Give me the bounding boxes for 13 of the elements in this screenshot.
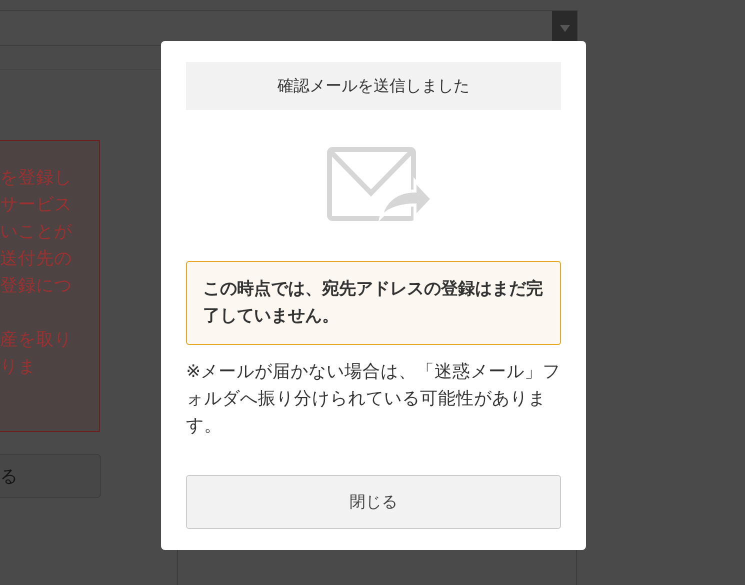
notice-text: いことが — [0, 221, 72, 244]
notice-text: サービス — [0, 194, 72, 217]
close-button[interactable]: 閉じる — [186, 475, 561, 529]
dialog-title: 確認メールを送信しました — [186, 62, 561, 110]
notice-text: りま — [0, 356, 36, 379]
select-field[interactable] — [0, 10, 578, 46]
notice-text: 登録につ — [0, 275, 72, 298]
warning-message: この時点では、宛先アドレスの登録はまだ完了していません。 — [186, 261, 561, 345]
note-text: ※メールが届かない場合は、「迷惑メール」フォルダへ振り分けられている可能性があります。 — [186, 361, 561, 438]
notice-text: を登録し — [0, 167, 72, 190]
notice-text: 産を取り — [0, 329, 72, 352]
notice-text: 送付先の — [0, 248, 72, 271]
envelope-arrow-icon — [326, 147, 432, 223]
